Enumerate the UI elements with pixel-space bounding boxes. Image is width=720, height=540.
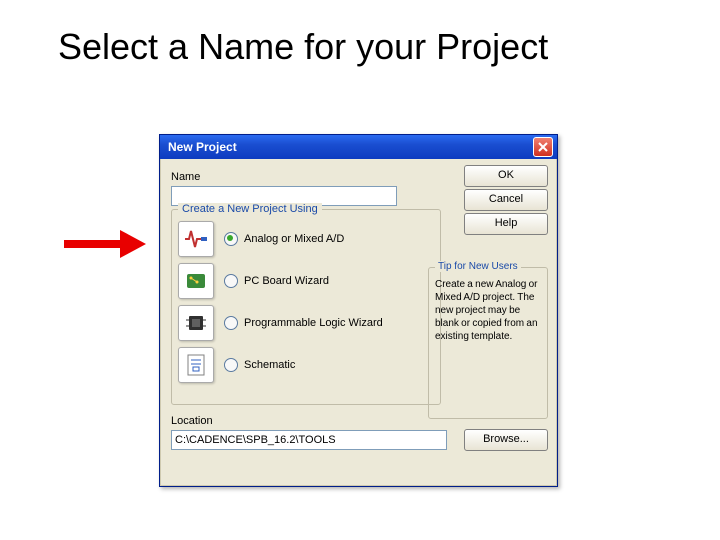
project-type-label: PC Board Wizard: [244, 275, 329, 287]
project-type-label: Programmable Logic Wizard: [244, 317, 383, 329]
project-type-label: Schematic: [244, 359, 295, 371]
new-project-dialog: New Project Name OK Cancel Help Create a…: [159, 134, 558, 487]
dialog-titlebar: New Project: [160, 135, 557, 159]
programmable-logic-radio[interactable]: [224, 316, 238, 330]
instruction-arrow: [64, 232, 148, 256]
project-type-row: Analog or Mixed A/D: [172, 218, 440, 260]
project-type-row: Schematic: [172, 344, 440, 386]
cancel-button[interactable]: Cancel: [464, 189, 548, 211]
name-label: Name: [171, 171, 200, 183]
pc-board-radio[interactable]: [224, 274, 238, 288]
ok-button[interactable]: OK: [464, 165, 548, 187]
close-icon: [538, 142, 548, 152]
programmable-logic-icon: [178, 305, 214, 341]
close-button[interactable]: [533, 137, 553, 157]
group-title: Create a New Project Using: [178, 203, 322, 215]
project-type-label: Analog or Mixed A/D: [244, 233, 344, 245]
help-button[interactable]: Help: [464, 213, 548, 235]
schematic-icon: [178, 347, 214, 383]
analog-mixed-icon: [178, 221, 214, 257]
tip-title: Tip for New Users: [435, 261, 521, 272]
project-type-row: PC Board Wizard: [172, 260, 440, 302]
schematic-radio[interactable]: [224, 358, 238, 372]
dialog-body: Name OK Cancel Help Create a New Project…: [160, 159, 557, 486]
dialog-title: New Project: [168, 140, 533, 154]
project-type-row: Programmable Logic Wizard: [172, 302, 440, 344]
project-type-group: Create a New Project Using Analog or Mix…: [171, 209, 441, 405]
tip-text: Create a new Analog or Mixed A/D project…: [435, 278, 541, 343]
pc-board-icon: [178, 263, 214, 299]
analog-mixed-radio[interactable]: [224, 232, 238, 246]
location-label: Location: [171, 415, 213, 427]
location-input[interactable]: [171, 430, 447, 450]
browse-button[interactable]: Browse...: [464, 429, 548, 451]
tip-box: Tip for New Users Create a new Analog or…: [428, 267, 548, 419]
slide-title: Select a Name for your Project: [58, 26, 548, 68]
